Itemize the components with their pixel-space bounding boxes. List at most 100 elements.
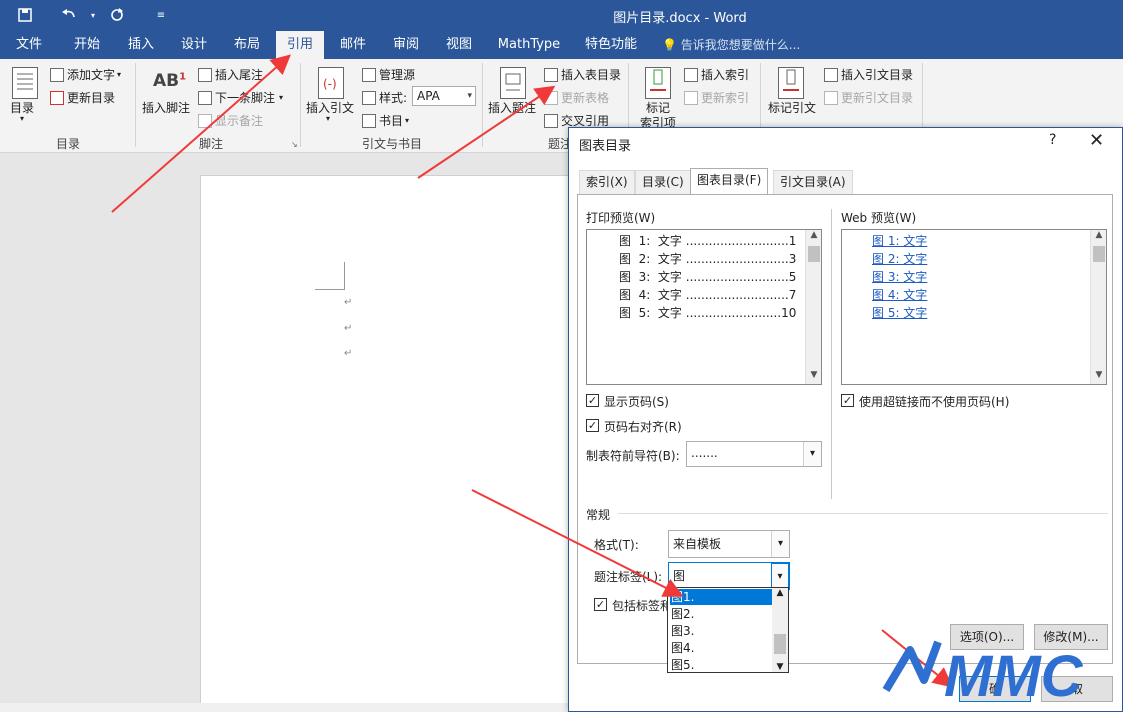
tab-review[interactable]: 审阅	[383, 31, 429, 59]
update-toc-button[interactable]: 更新目录	[50, 89, 115, 106]
print-entry: 图 1: 文字 ...........................1	[619, 234, 797, 248]
lightbulb-icon: 💡	[662, 38, 677, 52]
style-label: 样式:	[362, 89, 407, 106]
tab-index[interactable]: 索引(X)	[579, 170, 635, 194]
scroll-down-icon[interactable]: ▼	[806, 370, 822, 384]
mark-citation-label[interactable]: 标记引文	[768, 99, 816, 116]
update-table-icon	[544, 90, 558, 105]
tab-home[interactable]: 开始	[64, 31, 110, 59]
mark-entry-icon[interactable]	[645, 67, 671, 99]
tab-special[interactable]: 特色功能	[578, 31, 644, 59]
scroll-thumb[interactable]	[808, 246, 820, 262]
insert-index-button[interactable]: 插入索引	[684, 66, 749, 83]
update-table-button[interactable]: 更新表格	[544, 89, 609, 106]
tab-table-of-figures[interactable]: 图表目录(F)	[690, 168, 769, 195]
document-page[interactable]: ↵ ↵ ↵	[200, 175, 580, 712]
scroll-thumb[interactable]	[774, 634, 786, 654]
web-entry[interactable]: 图 4: 文字	[872, 286, 927, 303]
dropdown-option[interactable]: 图5.	[670, 657, 772, 673]
tab-design[interactable]: 设计	[171, 31, 217, 59]
web-entry[interactable]: 图 2: 文字	[872, 250, 927, 267]
save-icon[interactable]	[14, 4, 36, 26]
mark-citation-icon[interactable]	[778, 67, 804, 99]
use-hyperlinks-checkbox[interactable]: ✓	[841, 394, 854, 407]
options-button[interactable]: 选项(O)...	[950, 624, 1024, 650]
tab-table-of-authorities[interactable]: 引文目录(A)	[773, 170, 853, 194]
scroll-thumb[interactable]	[1093, 246, 1105, 262]
tab-mathtype[interactable]: MathType	[492, 31, 566, 59]
scrollbar[interactable]: ▲ ▼	[772, 588, 788, 672]
include-label-checkbox[interactable]: ✓	[594, 598, 607, 611]
cancel-button[interactable]: 取	[1041, 676, 1113, 702]
tab-insert[interactable]: 插入	[118, 31, 164, 59]
dropdown-option[interactable]: 图3.	[670, 623, 772, 639]
title-bar: ▾ ≡ 图片目录.docx - Word	[0, 0, 1123, 31]
dialog-title: 图表目录	[579, 139, 632, 154]
print-preview-label: 打印预览(W)	[586, 211, 656, 225]
tab-file[interactable]: 文件	[6, 31, 52, 59]
footnote-dialog-launcher-icon[interactable]: ↘	[291, 140, 298, 149]
show-notes-button[interactable]: 显示备注	[198, 112, 263, 129]
tell-me-search[interactable]: 💡 告诉我您想要做什么...	[662, 31, 800, 59]
insert-footnote-label[interactable]: 插入脚注	[142, 99, 190, 116]
format-label: 格式(T):	[594, 538, 639, 552]
paragraph-mark: ↵	[344, 348, 353, 359]
tab-view[interactable]: 视图	[436, 31, 482, 59]
endnote-icon	[198, 67, 212, 82]
dropdown-option[interactable]: 图2.	[670, 606, 772, 622]
dropdown-option[interactable]: 图1.	[670, 589, 772, 605]
ok-button[interactable]: 确	[959, 676, 1031, 702]
group-toc: 目录	[55, 137, 80, 151]
insert-endnote-button[interactable]: 插入尾注	[198, 66, 263, 83]
scroll-up-icon[interactable]: ▲	[1091, 230, 1107, 244]
customize-toolbar-icon[interactable]: ≡	[150, 4, 172, 26]
toc-icon[interactable]	[12, 67, 38, 99]
citation-icon[interactable]: (-)	[318, 67, 344, 99]
citation-dropdown-icon[interactable]: ▾	[326, 114, 330, 123]
caption-label-select[interactable]: 图 ▾	[668, 562, 790, 590]
scroll-down-icon[interactable]: ▼	[1091, 370, 1107, 384]
manage-sources-button[interactable]: 管理源	[362, 66, 415, 83]
caption-label-dropdown: 图1. 图2. 图3. 图4. 图5. ▲ ▼	[667, 587, 789, 673]
format-select[interactable]: 来自模板 ▾	[668, 530, 790, 558]
modify-button[interactable]: 修改(M)...	[1034, 624, 1108, 650]
scrollbar[interactable]: ▲ ▼	[805, 230, 821, 384]
chevron-down-icon: ▾	[803, 442, 821, 466]
insert-toa-button[interactable]: 插入引文目录	[824, 66, 913, 83]
scroll-up-icon[interactable]: ▲	[772, 588, 788, 598]
update-index-button[interactable]: 更新索引	[684, 89, 749, 106]
help-icon[interactable]: ?	[1049, 132, 1056, 148]
next-footnote-button[interactable]: 下一条脚注 ▾	[198, 89, 283, 106]
tab-toc[interactable]: 目录(C)	[635, 170, 691, 194]
tab-leader-select[interactable]: ....... ▾	[686, 441, 822, 467]
tab-references[interactable]: 引用	[276, 31, 324, 59]
divider	[300, 63, 301, 147]
add-text-icon	[50, 67, 64, 82]
close-icon[interactable]: ✕	[1089, 130, 1104, 151]
bibliography-button[interactable]: 书目 ▾	[362, 112, 409, 129]
scroll-up-icon[interactable]: ▲	[806, 230, 822, 244]
web-entry[interactable]: 图 1: 文字	[872, 232, 927, 249]
dropdown-option[interactable]: 图4.	[670, 640, 772, 656]
scroll-down-icon[interactable]: ▼	[772, 662, 788, 672]
update-toa-button[interactable]: 更新引文目录	[824, 89, 913, 106]
scrollbar[interactable]: ▲ ▼	[1090, 230, 1106, 384]
insert-caption-label[interactable]: 插入题注	[488, 99, 536, 116]
insert-caption-icon[interactable]	[500, 67, 526, 99]
citation-style-select[interactable]: APA ▾	[412, 86, 476, 106]
redo-icon[interactable]	[106, 4, 128, 26]
footnote-icon[interactable]: AB1	[153, 71, 186, 91]
right-align-label: 页码右对齐(R)	[604, 420, 682, 434]
show-page-numbers-checkbox[interactable]: ✓	[586, 394, 599, 407]
bibliography-icon	[362, 113, 376, 128]
undo-icon[interactable]	[58, 4, 80, 26]
tab-layout[interactable]: 布局	[224, 31, 270, 59]
add-text-button[interactable]: 添加文字 ▾	[50, 66, 121, 83]
undo-dropdown-icon[interactable]: ▾	[82, 4, 104, 26]
insert-table-of-figures-button[interactable]: 插入表目录	[544, 66, 621, 83]
right-align-checkbox[interactable]: ✓	[586, 419, 599, 432]
web-entry[interactable]: 图 5: 文字	[872, 304, 927, 321]
toc-dropdown-icon[interactable]: ▾	[20, 114, 24, 123]
tab-mailings[interactable]: 邮件	[330, 31, 376, 59]
web-entry[interactable]: 图 3: 文字	[872, 268, 927, 285]
